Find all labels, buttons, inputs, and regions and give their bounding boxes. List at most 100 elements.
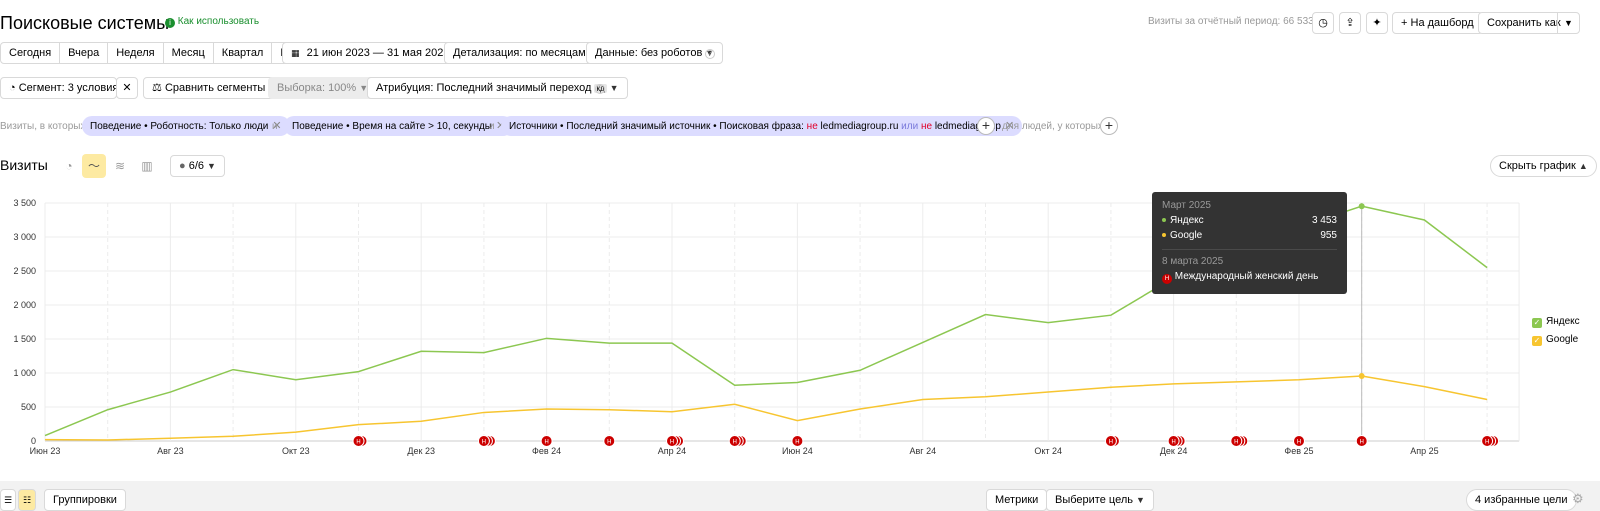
- history-button[interactable]: ◷: [1312, 12, 1334, 34]
- add-to-dashboard-button[interactable]: + На дашборд: [1392, 12, 1483, 34]
- google-dot-icon: [1162, 233, 1166, 238]
- pie-icon: ◔: [9, 82, 16, 94]
- x-tick-label: Июн 24: [782, 446, 813, 456]
- export-button[interactable]: ⇪: [1339, 12, 1361, 34]
- chart-type-line[interactable]: 〜: [82, 154, 106, 178]
- visits-chart[interactable]: 0 500 1 000 1 500 2 000 2 500 3 000 3 500 Июн 23…: [0, 190, 1600, 460]
- view-list-button[interactable]: ☰: [0, 489, 16, 511]
- holiday-marker-icon: Н: [1162, 274, 1172, 284]
- save-as-button[interactable]: Сохранить как ▼: [1478, 12, 1580, 34]
- date-range-picker[interactable]: ▦ 21 июн 2023 — 31 мая 2025: [282, 42, 459, 64]
- annotation-marker-icon: Н: [356, 439, 361, 446]
- yandex-dot-icon: [1162, 218, 1166, 223]
- chart-type-bar[interactable]: ▥: [137, 156, 157, 176]
- filter-chip-search-phrase[interactable]: Источники • Последний значимый источник …: [501, 116, 1023, 136]
- data-point: [1358, 203, 1365, 210]
- favorite-goals-label: 4 избранные цели: [1475, 494, 1568, 506]
- segment-dropdown[interactable]: ◔ Сегмент: 3 условия▼: [0, 77, 130, 99]
- filter-and: и: [272, 121, 278, 132]
- annotation-marker-icon: Н: [1297, 439, 1302, 446]
- tooltip-period: Март 2025: [1162, 200, 1211, 211]
- y-tick-label: 0: [31, 436, 36, 446]
- settings-gear-icon[interactable]: ⚙: [1572, 491, 1584, 507]
- x-tick-label: Апр 24: [658, 446, 686, 456]
- period-yesterday[interactable]: Вчера: [60, 43, 109, 63]
- legend-item-yandex[interactable]: ✓ Яндекс: [1532, 316, 1580, 328]
- x-tick-label: Авг 24: [910, 446, 937, 456]
- sample-dropdown[interactable]: Выборка: 100% ▼: [268, 77, 378, 99]
- stacked-icon: ≋: [114, 159, 126, 173]
- pie-icon: ◔: [65, 159, 73, 173]
- tree-icon: ☷: [22, 495, 32, 505]
- info-icon[interactable]: ?: [705, 49, 715, 59]
- chevron-down-icon: ▼: [1135, 495, 1145, 505]
- groupings-button[interactable]: Группировки: [44, 489, 126, 511]
- x-tick-label: Окт 23: [282, 446, 310, 456]
- x-tick-label: Авг 23: [157, 446, 184, 456]
- period-quarter[interactable]: Квартал: [214, 43, 273, 63]
- tooltip-yandex-value: 3 453: [1311, 215, 1337, 226]
- clock-icon: ◷: [1318, 17, 1328, 29]
- favorite-goals-button[interactable]: 4 избранные цели: [1466, 489, 1577, 511]
- filter-chip-robots[interactable]: Поведение • Роботность: Только люди ✕: [82, 116, 290, 136]
- tooltip-event-name: Международный женский день: [1174, 271, 1319, 282]
- segment-label: Сегмент: 3 условия: [18, 82, 119, 94]
- annotations-dropdown[interactable]: ● 6/6 ▼: [170, 155, 225, 177]
- filter-negation: не: [806, 121, 818, 132]
- chart-type-pie[interactable]: ◔: [59, 156, 79, 176]
- filter-chip-time-on-site[interactable]: Поведение • Время на сайте > 10, секунды…: [284, 116, 514, 136]
- chart-tooltip: Март 2025 Яндекс 3 453 Google 955 8 март…: [1152, 192, 1347, 294]
- annotation-marker-icon: Н: [670, 439, 675, 446]
- assistant-button[interactable]: ✦: [1366, 12, 1388, 34]
- chart-type-area[interactable]: ≋: [110, 156, 130, 176]
- period-today[interactable]: Сегодня: [1, 43, 61, 63]
- detail-dropdown[interactable]: Детализация: по месяцам▼: [444, 42, 607, 64]
- add-to-dashboard-label: На дашборд: [1410, 17, 1474, 29]
- legend-item-google[interactable]: ✓ Google: [1532, 334, 1578, 346]
- add-user-filter-button[interactable]: +: [1100, 117, 1118, 135]
- clear-segment-button[interactable]: ✕: [116, 77, 138, 99]
- choose-goal-dropdown[interactable]: Выберите цель ▼: [1046, 489, 1154, 511]
- x-tick-label: Июн 23: [30, 446, 61, 456]
- annotation-marker-icon: Н: [1485, 439, 1490, 446]
- attribution-label: Атрибуция: Последний значимый переход: [376, 82, 592, 94]
- help-link-label: Как использовать: [177, 16, 260, 27]
- view-tree-button[interactable]: ☷: [18, 489, 36, 511]
- legend-label: Яндекс: [1546, 316, 1580, 327]
- close-icon: ✕: [122, 82, 132, 94]
- save-as-label: Сохранить как: [1487, 17, 1561, 29]
- attribution-dropdown[interactable]: Атрибуция: Последний значимый переход кд…: [367, 77, 628, 99]
- annotation-marker-icon: Н: [732, 439, 737, 446]
- chevron-up-icon: ▲: [1578, 161, 1588, 171]
- info-icon[interactable]: ?: [595, 84, 605, 94]
- annotation-marker-icon: Н: [607, 439, 612, 446]
- x-tick-label: Дек 24: [1160, 446, 1188, 456]
- legend-label: Google: [1546, 334, 1579, 345]
- checkbox-icon: ✓: [1532, 318, 1542, 328]
- help-link[interactable]: i Как использовать: [165, 16, 259, 28]
- annotation-marker-icon: Н: [1234, 439, 1239, 446]
- y-tick-label: 1 000: [13, 368, 36, 378]
- compare-label: Сравнить сегменты: [164, 82, 266, 94]
- series-line-1: [44, 375, 1488, 441]
- tooltip-google-label: Google: [1170, 230, 1203, 241]
- add-filter-button[interactable]: +: [977, 117, 995, 135]
- compare-segments-dropdown[interactable]: ⚖ Сравнить сегменты▼: [143, 77, 287, 99]
- hide-chart-button[interactable]: Скрыть график ▲: [1490, 155, 1597, 177]
- info-icon: i: [165, 18, 175, 28]
- chevron-down-icon[interactable]: ▼: [1557, 13, 1579, 33]
- tooltip-row-google: Google 955: [1162, 230, 1337, 241]
- x-tick-label: Апр 25: [1410, 446, 1438, 456]
- period-week[interactable]: Неделя: [108, 43, 164, 63]
- detail-label: Детализация: по месяцам: [453, 47, 586, 59]
- chart-title: Визиты: [0, 157, 48, 173]
- data-point: [1358, 373, 1365, 380]
- sparkle-icon: ✦: [1372, 17, 1382, 29]
- metrics-button[interactable]: Метрики: [986, 489, 1048, 511]
- tooltip-event-date: 8 марта 2025: [1162, 249, 1337, 267]
- chevron-down-icon: ▼: [207, 161, 216, 171]
- choose-goal-label: Выберите цель: [1055, 494, 1133, 506]
- data-filter-dropdown[interactable]: Данные: без роботов ▼: [586, 42, 724, 64]
- period-month[interactable]: Месяц: [164, 43, 214, 63]
- tooltip-row-yandex: Яндекс 3 453: [1162, 215, 1337, 226]
